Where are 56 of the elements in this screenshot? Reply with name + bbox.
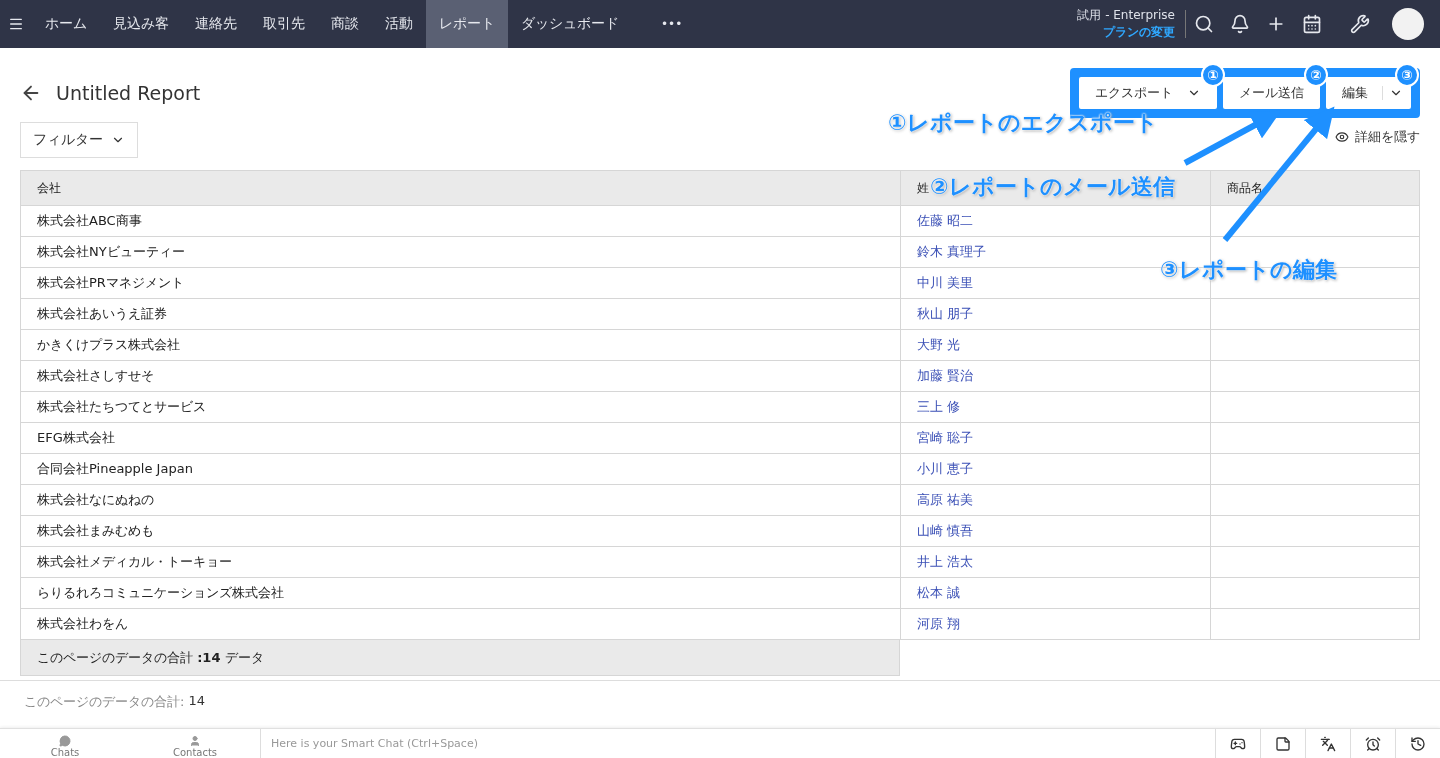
nav-tab[interactable]: 見込み客	[100, 0, 182, 48]
caret-icon[interactable]	[1382, 86, 1403, 100]
table-cell: 株式会社あいうえ証券	[21, 299, 901, 330]
column-header: 会社	[21, 170, 901, 206]
number-badge: ②	[1304, 63, 1328, 87]
table-cell: 株式会社まみむめも	[21, 516, 901, 547]
name-link[interactable]: 秋山 朋子	[901, 299, 1211, 330]
nav-tab[interactable]: 取引先	[250, 0, 318, 48]
name-link[interactable]: 佐藤 昭二	[901, 206, 1211, 237]
nav-tab[interactable]: ホーム	[32, 0, 100, 48]
hide-details-link[interactable]: 詳細を隠す	[1355, 128, 1420, 146]
name-link[interactable]: 松本 誠	[901, 578, 1211, 609]
nav-tab[interactable]: 連絡先	[182, 0, 250, 48]
nav-tab[interactable]: 商談	[318, 0, 372, 48]
bottom-tab[interactable]: Contacts	[130, 729, 260, 758]
summary-value: 14	[188, 693, 205, 710]
table-cell: かきくけプラス株式会社	[21, 330, 901, 361]
nav-tab[interactable]: ダッシュボード	[508, 0, 632, 48]
table-cell: らりるれろコミュニケーションズ株式会社	[21, 578, 901, 609]
table-cell: 株式会社PRマネジメント	[21, 268, 901, 299]
summary-label: このページのデータの合計:	[24, 693, 185, 711]
number-badge: ③	[1395, 63, 1419, 87]
more-menu[interactable]: •••	[648, 0, 696, 48]
name-link[interactable]: 高原 祐美	[901, 485, 1211, 516]
chat-bubble-icon	[59, 735, 71, 747]
table-cell: 合同会社Pineapple Japan	[21, 454, 901, 485]
column-header: 商品名	[1211, 170, 1420, 206]
plan-name: 試用 - Enterprise	[1077, 7, 1175, 24]
nav-tab[interactable]: 活動	[372, 0, 426, 48]
number-badge: ①	[1201, 63, 1225, 87]
callout-text: ②レポートのメール送信	[930, 173, 1175, 201]
avatar[interactable]	[1392, 8, 1424, 40]
filter-button[interactable]: フィルター	[20, 122, 138, 158]
eye-icon	[1335, 130, 1349, 144]
plan-change-link[interactable]: プランの変更	[1103, 24, 1175, 41]
callout-text: ①レポートのエクスポート	[888, 109, 1158, 137]
table-cell: 株式会社NYビューティー	[21, 237, 901, 268]
total-text: このページのデータの合計 :14 データ	[37, 648, 264, 667]
name-link[interactable]: 井上 浩太	[901, 547, 1211, 578]
table-cell: EFG株式会社	[21, 423, 901, 454]
name-link[interactable]: 三上 修	[901, 392, 1211, 423]
table-cell: 株式会社メディカル・トーキョー	[21, 547, 901, 578]
name-link[interactable]: 山崎 慎吾	[901, 516, 1211, 547]
table-cell: 株式会社たちつてとサービス	[21, 392, 901, 423]
table-cell: 株式会社さしすせそ	[21, 361, 901, 392]
name-link[interactable]: 河原 翔	[901, 609, 1211, 640]
bottom-tab[interactable]: Chats	[0, 729, 130, 758]
table-cell: 株式会社なにぬねの	[21, 485, 901, 516]
name-link[interactable]: 宮崎 聡子	[901, 423, 1211, 454]
name-link[interactable]: 加藤 賢治	[901, 361, 1211, 392]
person-icon	[189, 735, 201, 747]
name-link[interactable]: 大野 光	[901, 330, 1211, 361]
report-title: Untitled Report	[56, 82, 201, 104]
name-link[interactable]: 小川 恵子	[901, 454, 1211, 485]
nav-tab[interactable]: レポート	[426, 0, 508, 48]
table-cell: 株式会社ABC商事	[21, 206, 901, 237]
